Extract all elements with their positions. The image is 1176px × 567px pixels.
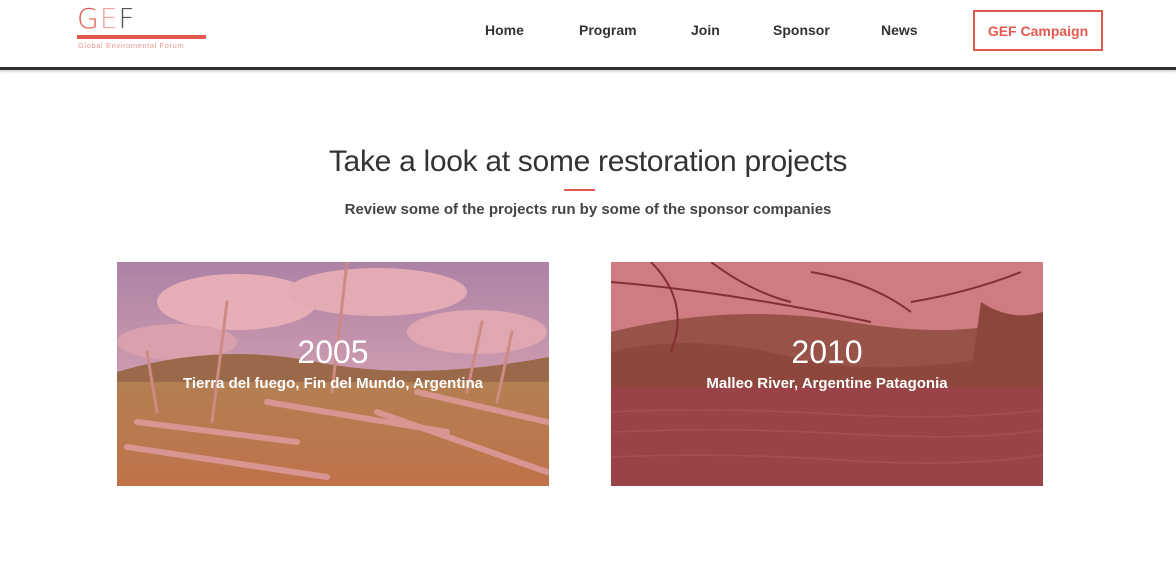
- logo-letter-f: F: [118, 2, 136, 35]
- nav-home[interactable]: Home: [485, 22, 524, 38]
- project-location: Malleo River, Argentine Patagonia: [706, 375, 948, 392]
- logo-letter-e: E: [99, 2, 119, 35]
- project-card-2005[interactable]: 2005 Tierra del fuego, Fin del Mundo, Ar…: [117, 262, 549, 486]
- logo-subtitle: Global Enviromental Forum: [78, 41, 185, 50]
- gef-campaign-button[interactable]: GEF Campaign: [973, 10, 1103, 51]
- section-title: Take a look at some restoration projects: [328, 145, 848, 178]
- project-location: Tierra del fuego, Fin del Mundo, Argenti…: [182, 375, 483, 392]
- card-overlay: [117, 262, 549, 486]
- project-card-2010[interactable]: 2010 Malleo River, Argentine Patagonia: [611, 262, 1043, 486]
- nav-program[interactable]: Program: [579, 22, 637, 38]
- logo-underline: [77, 35, 206, 39]
- gef-logo[interactable]: GEF Global Enviromental Forum: [77, 4, 207, 52]
- logo-letter-g: G: [77, 2, 100, 35]
- title-divider: [564, 189, 595, 191]
- nav-sponsor[interactable]: Sponsor: [773, 22, 830, 38]
- section-subtitle: Review some of the projects run by some …: [344, 201, 832, 218]
- project-year: 2005: [297, 334, 369, 370]
- project-year: 2010: [791, 334, 863, 370]
- site-header: GEF Global Enviromental Forum Home Progr…: [0, 0, 1176, 70]
- logo-letters: GEF: [77, 4, 136, 34]
- nav-join[interactable]: Join: [691, 22, 720, 38]
- card-overlay: [611, 262, 1043, 486]
- nav-news[interactable]: News: [881, 22, 918, 38]
